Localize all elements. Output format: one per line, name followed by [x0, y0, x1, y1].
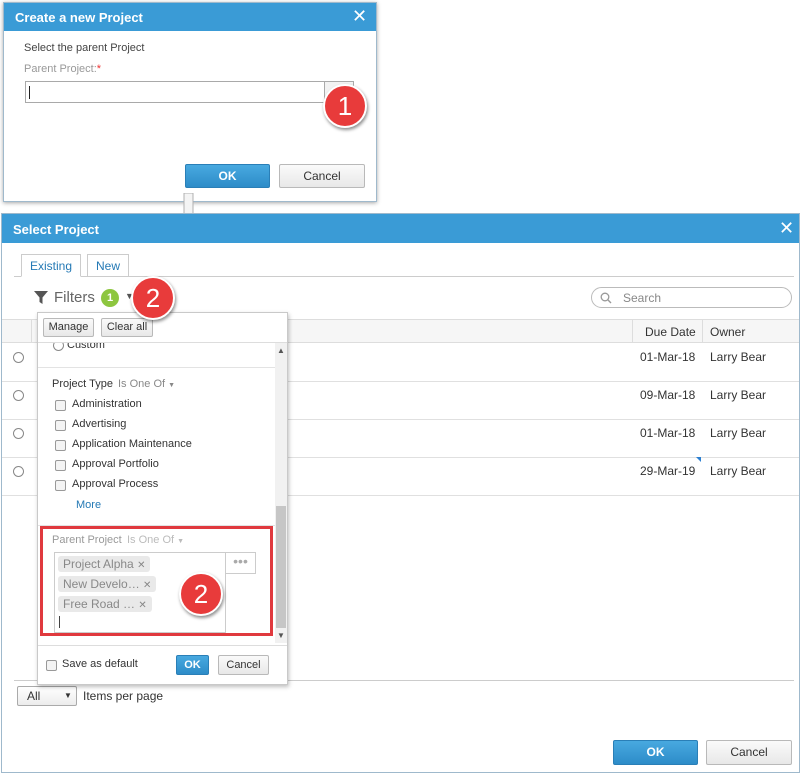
row-radio[interactable]: [13, 428, 24, 439]
parent-project-input[interactable]: [25, 81, 325, 103]
filter-count-badge: 1: [101, 289, 119, 307]
row-due-date: 29-Mar-19: [640, 464, 696, 478]
scrollbar[interactable]: ▲ ▼: [275, 343, 287, 643]
tab-divider: [14, 276, 794, 277]
option-label: Advertising: [72, 418, 127, 430]
clear-all-button[interactable]: Clear all: [101, 318, 153, 337]
filter-ok-button[interactable]: OK: [176, 655, 209, 675]
row-owner: Larry Bear: [710, 426, 767, 440]
tab-new[interactable]: New: [87, 254, 129, 277]
column-divider: [31, 320, 32, 342]
save-default-label: Save as default: [62, 658, 138, 670]
filters-label: Filters: [54, 289, 95, 306]
section-divider: [38, 367, 275, 368]
column-header-owner[interactable]: Owner: [710, 325, 745, 339]
create-dialog-title: Create a new Project: [15, 10, 143, 25]
checkbox-approval-process[interactable]: [55, 480, 66, 491]
close-icon[interactable]: ✕: [352, 6, 367, 27]
filter-cancel-button[interactable]: Cancel: [218, 655, 269, 675]
create-ok-button[interactable]: OK: [185, 164, 270, 188]
checkbox-advertising[interactable]: [55, 420, 66, 431]
checkbox-approval-portfolio[interactable]: [55, 460, 66, 471]
save-default-checkbox[interactable]: [46, 660, 57, 671]
create-project-dialog: Create a new Project ✕ Select the parent…: [3, 2, 377, 202]
search-input: Search: [623, 291, 662, 305]
chevron-down-icon: ▼: [64, 691, 72, 700]
callout-2-badge: 2: [131, 276, 175, 320]
option-label: Administration: [72, 398, 142, 410]
tab-existing[interactable]: Existing: [21, 254, 81, 277]
row-due-date: 01-Mar-18: [640, 350, 696, 364]
more-link[interactable]: More: [76, 499, 101, 511]
corner-marker-icon: [696, 457, 701, 462]
per-page-label: Items per page: [83, 689, 164, 703]
select-dialog-title: Select Project: [13, 222, 99, 237]
create-cancel-button[interactable]: Cancel: [279, 164, 365, 188]
callout-2-badge: 2: [179, 572, 223, 616]
row-due-date: 09-Mar-18: [640, 388, 696, 402]
select-dialog-titlebar: Select Project ✕: [2, 214, 799, 243]
funnel-icon: [34, 291, 48, 304]
row-owner: Larry Bear: [710, 388, 767, 402]
column-divider: [632, 320, 633, 342]
custom-radio[interactable]: [53, 343, 64, 351]
option-label: Approval Portfolio: [72, 458, 159, 470]
required-mark: *: [96, 63, 102, 75]
search-box[interactable]: Search: [591, 287, 792, 308]
custom-label: Custom: [67, 343, 105, 351]
highlight-box: [40, 526, 273, 636]
panel-bottom-divider: [38, 645, 287, 646]
chevron-down-icon: ▼: [168, 382, 176, 389]
row-radio[interactable]: [13, 466, 24, 477]
row-radio[interactable]: [13, 352, 24, 363]
parent-project-label: Parent Project:*: [24, 63, 102, 75]
checkbox-application-maintenance[interactable]: [55, 440, 66, 451]
create-dialog-titlebar: Create a new Project ✕: [4, 3, 376, 31]
option-label: Approval Process: [72, 478, 159, 490]
text-cursor: [29, 86, 30, 99]
column-header-due-date[interactable]: Due Date: [645, 325, 696, 339]
select-ok-button[interactable]: OK: [613, 740, 698, 765]
column-divider: [702, 320, 703, 342]
project-type-operator[interactable]: Is One Of ▼: [118, 378, 175, 390]
scroll-thumb[interactable]: [276, 506, 286, 628]
select-cancel-button[interactable]: Cancel: [706, 740, 792, 765]
per-page-select[interactable]: All ▼: [17, 686, 77, 706]
scroll-down-icon[interactable]: ▼: [277, 631, 285, 640]
create-dialog-instruction: Select the parent Project: [24, 42, 145, 54]
checkbox-administration[interactable]: [55, 400, 66, 411]
callout-1-badge: 1: [323, 84, 367, 128]
close-icon[interactable]: ✕: [779, 218, 794, 239]
project-type-label: Project Type: [52, 378, 113, 390]
row-due-date: 01-Mar-18: [640, 426, 696, 440]
row-owner: Larry Bear: [710, 350, 767, 364]
row-owner: Larry Bear: [710, 464, 767, 478]
row-radio[interactable]: [13, 390, 24, 401]
option-label: Application Maintenance: [72, 438, 192, 450]
manage-button[interactable]: Manage: [43, 318, 94, 337]
search-icon: [600, 292, 612, 304]
per-page-value: All: [27, 689, 41, 703]
scroll-up-icon[interactable]: ▲: [277, 346, 285, 355]
